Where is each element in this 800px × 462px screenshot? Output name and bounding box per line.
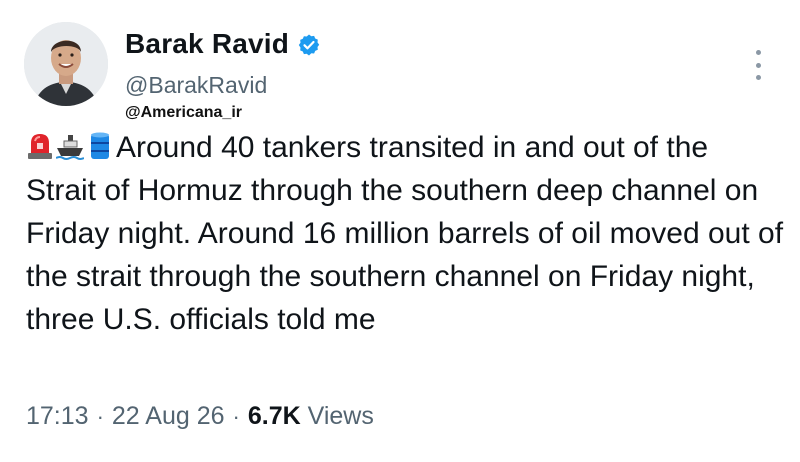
- watermark-text: @Americana_ir: [125, 104, 242, 121]
- tweet-text-content: Around 40 tankers transited in and out o…: [26, 131, 784, 336]
- tweet-date[interactable]: 22 Aug 26: [112, 402, 225, 431]
- tweet-card: Barak Ravid @BarakRavid @Americana_ir Ar…: [0, 0, 800, 462]
- more-vertical-icon[interactable]: [752, 50, 764, 80]
- police-light-emoji: [26, 130, 54, 160]
- meta-separator: ·: [232, 403, 240, 429]
- author-name[interactable]: Barak Ravid: [125, 28, 321, 60]
- views-label: Views: [307, 402, 374, 430]
- more-dot: [755, 62, 761, 68]
- tweet-text: Around 40 tankers transited in and out o…: [26, 126, 786, 341]
- meta-separator: ·: [96, 403, 104, 429]
- author-handle[interactable]: @BarakRavid: [125, 72, 267, 99]
- display-name-text: Barak Ravid: [125, 28, 290, 59]
- views[interactable]: 6.7K Views: [248, 402, 374, 431]
- tweet-time[interactable]: 17:13: [26, 402, 89, 431]
- more-dot: [755, 75, 761, 80]
- more-dot: [755, 50, 761, 55]
- ship-emoji: [55, 130, 85, 160]
- verified-badge-icon: [297, 32, 321, 56]
- avatar[interactable]: [24, 22, 108, 106]
- oil-drum-emoji: [86, 130, 114, 160]
- views-count: 6.7K: [247, 402, 301, 430]
- tweet-meta: 17:13 · 22 Aug 26 · 6.7K Views: [26, 402, 374, 431]
